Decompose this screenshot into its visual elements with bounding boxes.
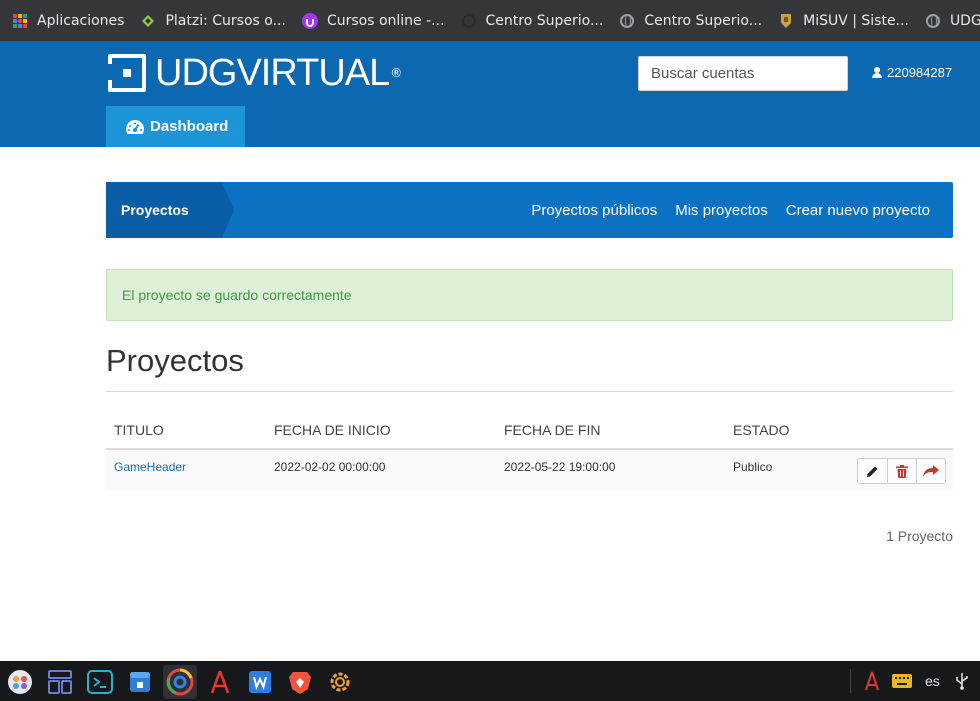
wps-writer-icon	[249, 671, 271, 693]
project-count: 1 Proyecto	[886, 528, 953, 544]
wps-writer-button[interactable]	[243, 665, 277, 699]
table-header-row: TITULO FECHA DE INICIO FECHA DE FIN ESTA…	[106, 418, 953, 450]
platzi-icon	[140, 13, 156, 29]
bookmark-apps[interactable]: Aplicaciones	[12, 13, 124, 29]
bookmark-centro-1[interactable]: Centro Superio...	[461, 12, 604, 29]
bookmark-centro-2[interactable]: Centro Superio...	[619, 13, 762, 29]
chrome-button[interactable]	[163, 665, 197, 699]
workspaces-icon	[48, 670, 72, 694]
bookmark-label: Centro Superio...	[485, 12, 604, 29]
bookmark-label: Centro Superio...	[644, 12, 763, 29]
udg-virtual-logo[interactable]: UDGVIRTUAL ®	[107, 52, 403, 94]
settings-icon	[330, 672, 350, 692]
bookmark-label: UDG Virtu	[949, 12, 980, 29]
bookmark-udg-virtual[interactable]: UDG Virtu	[925, 13, 980, 29]
logo-mark-icon	[107, 54, 146, 92]
success-alert: El proyecto se guardo correctamente	[106, 269, 953, 321]
tray-divider	[850, 669, 851, 693]
globe-icon	[925, 13, 941, 29]
tray-language[interactable]: es	[925, 661, 940, 701]
alert-message: El proyecto se guardo correctamente	[122, 287, 352, 303]
acrobat-button[interactable]	[203, 665, 237, 699]
logo-text: UDGVIRTUAL	[155, 52, 390, 94]
bookmark-misuv[interactable]: MiSUV | Siste...	[778, 13, 909, 29]
site-header: UDGVIRTUAL ® 220984287 Dashboard	[0, 41, 980, 147]
projects-table: TITULO FECHA DE INICIO FECHA DE FIN ESTA…	[106, 418, 953, 490]
apps-grid-icon	[12, 13, 28, 29]
row-actions	[857, 458, 946, 484]
usb-icon	[956, 673, 968, 690]
workspaces-button[interactable]	[43, 665, 77, 699]
brave-icon	[289, 672, 311, 694]
page-title: Proyectos	[106, 343, 244, 378]
store-button[interactable]	[123, 665, 157, 699]
tray-acrobat[interactable]	[862, 661, 882, 701]
bookmark-udemy[interactable]: Cursos online -...	[301, 12, 445, 29]
language-label: es	[925, 673, 940, 689]
settings-button[interactable]	[323, 665, 357, 699]
tray-keyboard[interactable]	[892, 661, 912, 701]
share-icon	[923, 465, 939, 477]
udg-seal-icon	[778, 13, 794, 29]
launcher-button[interactable]	[3, 665, 37, 699]
link-crear-nuevo-proyecto[interactable]: Crear nuevo proyecto	[786, 202, 930, 219]
column-header-fecha-fin: FECHA DE FIN	[504, 422, 601, 438]
bookmark-label: Platzi: Cursos o...	[165, 12, 286, 29]
tray-usb[interactable]	[955, 661, 969, 701]
column-header-estado: ESTADO	[733, 422, 790, 438]
column-header-titulo: TITULO	[114, 422, 164, 438]
tab-dashboard[interactable]: Dashboard	[106, 106, 245, 147]
edit-icon	[867, 466, 878, 477]
bookmarks-bar: Aplicaciones Platzi: Cursos o... Cursos …	[0, 0, 980, 41]
divider	[106, 391, 953, 392]
subnav-title: Proyectos	[106, 182, 234, 238]
store-icon	[130, 672, 150, 692]
acrobat-tray-icon	[865, 671, 879, 691]
bookmark-label: Aplicaciones	[37, 12, 125, 29]
chrome-icon	[166, 668, 194, 696]
table-row: GameHeader 2022-02-02 00:00:00 2022-05-2…	[106, 450, 953, 490]
bookmark-label: MiSUV | Siste...	[803, 12, 909, 29]
os-taskbar: es	[0, 661, 980, 701]
github-icon	[461, 13, 477, 29]
link-proyectos-publicos[interactable]: Proyectos públicos	[531, 202, 657, 219]
terminal-icon	[87, 670, 113, 694]
user-id: 220984287	[887, 65, 953, 80]
bookmark-platzi[interactable]: Platzi: Cursos o...	[140, 12, 286, 29]
projects-subnav: Proyectos Proyectos públicos Mis proyect…	[106, 182, 953, 238]
globe-icon	[619, 13, 635, 29]
share-button[interactable]	[916, 459, 945, 483]
user-account[interactable]: 220984287	[872, 65, 952, 80]
brave-button[interactable]	[283, 665, 317, 699]
acrobat-icon	[210, 670, 230, 694]
logo-registered-mark: ®	[390, 66, 403, 80]
keyboard-icon	[892, 674, 912, 688]
delete-button[interactable]	[887, 459, 916, 483]
cell-fecha-inicio: 2022-02-02 00:00:00	[274, 460, 386, 474]
dashboard-gauge-icon	[125, 119, 145, 134]
tab-dashboard-label: Dashboard	[150, 118, 229, 135]
terminal-button[interactable]	[83, 665, 117, 699]
column-header-fecha-inicio: FECHA DE INICIO	[274, 422, 391, 438]
link-mis-proyectos[interactable]: Mis proyectos	[675, 202, 768, 219]
cell-estado: Publico	[733, 460, 773, 474]
project-title-link[interactable]: GameHeader	[114, 460, 186, 474]
udemy-icon	[301, 12, 318, 29]
search-accounts-input[interactable]	[638, 56, 848, 91]
bookmark-label: Cursos online -...	[326, 12, 445, 29]
user-icon	[872, 67, 882, 78]
cell-fecha-fin: 2022-05-22 19:00:00	[504, 460, 616, 474]
edit-button[interactable]	[858, 459, 887, 483]
launcher-icon	[8, 670, 32, 694]
delete-icon	[896, 464, 908, 478]
